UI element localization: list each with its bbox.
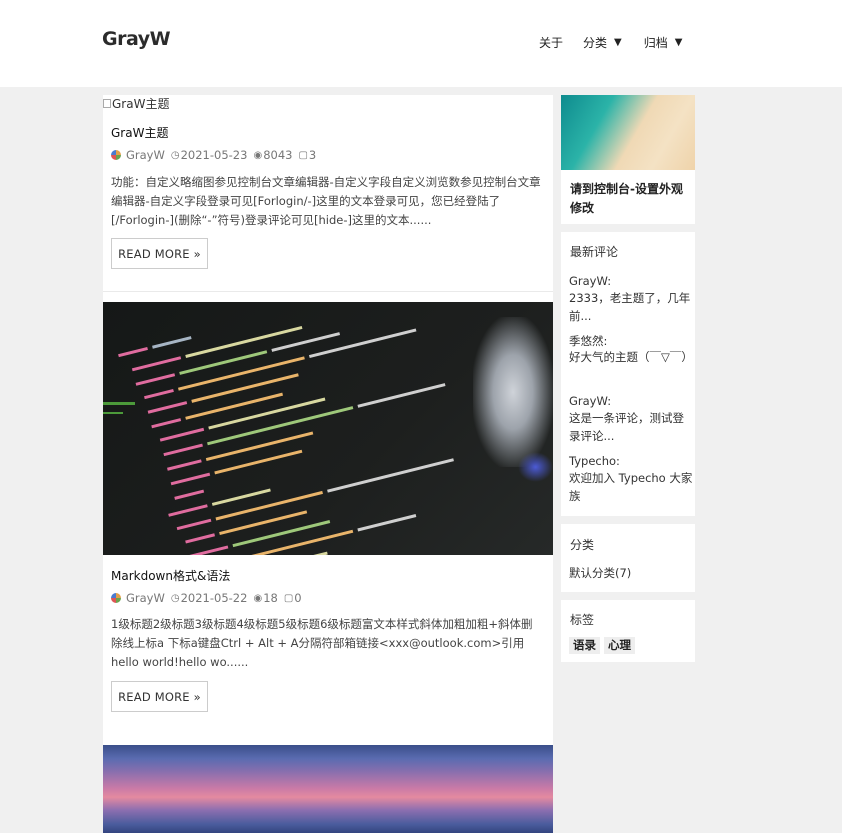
post-divider <box>103 291 553 292</box>
nav-archive-label[interactable]: 归档 <box>644 34 668 51</box>
eye-icon: ◉ <box>253 592 263 604</box>
code-lines-graphic <box>103 325 454 555</box>
post-comments: 0 <box>294 591 302 605</box>
post-date: 2021-05-23 <box>180 148 248 162</box>
caret-down-icon[interactable]: ▼ <box>614 37 622 48</box>
nav-archive[interactable]: 归档 ▼ <box>644 34 683 51</box>
author-avatar <box>111 150 121 160</box>
site-header: GrayW 关于 分类 ▼ 归档 ▼ <box>0 0 842 87</box>
categories-title: 分类 <box>570 538 595 552</box>
site-logo[interactable]: GrayW <box>102 28 178 54</box>
comment-text[interactable]: 好大气的主题（￣▽￣） <box>569 348 693 366</box>
nav-about-label[interactable]: 关于 <box>539 34 563 51</box>
post-views: 8043 <box>263 148 293 162</box>
comment-author: GrayW: <box>569 394 612 408</box>
clock-icon: ◷ <box>170 592 180 604</box>
caret-down-icon[interactable]: ▼ <box>675 37 683 48</box>
logo-text[interactable]: GrayW <box>102 28 171 50</box>
author-avatar <box>111 593 121 603</box>
post-thumbnail-code[interactable] <box>103 302 553 555</box>
main-nav: 关于 分类 ▼ 归档 ▼ <box>539 34 682 51</box>
post-thumbnail-sunset[interactable] <box>103 745 553 833</box>
promo-link[interactable]: 请到控制台-设置外观修改 <box>570 180 692 218</box>
comment-icon: ▢ <box>283 592 294 604</box>
comment-text[interactable]: 2333，老主题了，几年前... <box>569 289 693 325</box>
nav-categories-label[interactable]: 分类 <box>583 34 607 51</box>
tag-item[interactable]: 心理 <box>604 637 635 654</box>
sidebar-categories: 分类 默认分类(7) <box>561 524 695 592</box>
comment-text[interactable]: 这是一条评论，测试登录评论... <box>569 409 693 445</box>
post-excerpt: 1级标题2级标题3级标题4级标题5级标题6级标题富文本样式斜体加粗加粗+斜体删除… <box>111 617 533 669</box>
read-more-button[interactable]: READ MORE » <box>111 238 208 269</box>
category-item[interactable]: 默认分类(7) <box>569 565 631 581</box>
comment-author: Typecho: <box>569 454 620 468</box>
comment-icon: ▢ <box>298 149 308 161</box>
tags-title: 标签 <box>570 613 595 627</box>
tag-item[interactable]: 语录 <box>569 637 600 654</box>
post-list: GraW主题 GraW主题 GrayW ◷ 2021-05-23 ◉ 8043 … <box>103 95 553 833</box>
sidebar-recent-comments: 最新评论 GrayW: 2333，老主题了，几年前... 季悠然: 好大气的主题… <box>561 232 695 516</box>
sidebar-tags: 标签 语录 心理 <box>561 600 695 662</box>
eye-icon: ◉ <box>253 149 263 161</box>
clock-icon: ◷ <box>170 149 180 161</box>
comment-author: GrayW: <box>569 274 612 288</box>
sidebar-promo: 请到控制台-设置外观修改 <box>561 95 695 224</box>
post-author[interactable]: GrayW <box>126 591 165 605</box>
post-meta: GrayW ◷ 2021-05-23 ◉ 8043 ▢ 3 <box>111 148 316 162</box>
post-views: 18 <box>263 591 278 605</box>
post-thumbnail-broken[interactable]: GraW主题 <box>103 95 169 112</box>
nav-categories[interactable]: 分类 ▼ <box>583 34 622 51</box>
recent-comments-title: 最新评论 <box>570 245 619 259</box>
nav-about[interactable]: 关于 <box>539 34 563 51</box>
comment-text[interactable]: 欢迎加入 Typecho 大家族 <box>569 469 693 505</box>
post-excerpt: 功能：自定义略缩图参见控制台文章编辑器-自定义字段自定义浏览数参见控制台文章编辑… <box>111 175 541 227</box>
post-meta: GrayW ◷ 2021-05-22 ◉ 18 ▢ 0 <box>111 591 302 605</box>
broken-image-icon <box>103 99 111 108</box>
read-more-button[interactable]: READ MORE » <box>111 681 208 712</box>
post-thumbnail-alt: GraW主题 <box>112 97 170 111</box>
post-author[interactable]: GrayW <box>126 148 165 162</box>
post-title[interactable]: GraW主题 <box>111 124 168 141</box>
promo-image[interactable] <box>561 95 695 170</box>
comment-author: 季悠然: <box>569 334 608 348</box>
post-comments: 3 <box>308 148 317 162</box>
post-date: 2021-05-22 <box>180 591 248 605</box>
post-title[interactable]: Markdown格式&语法 <box>111 567 230 584</box>
